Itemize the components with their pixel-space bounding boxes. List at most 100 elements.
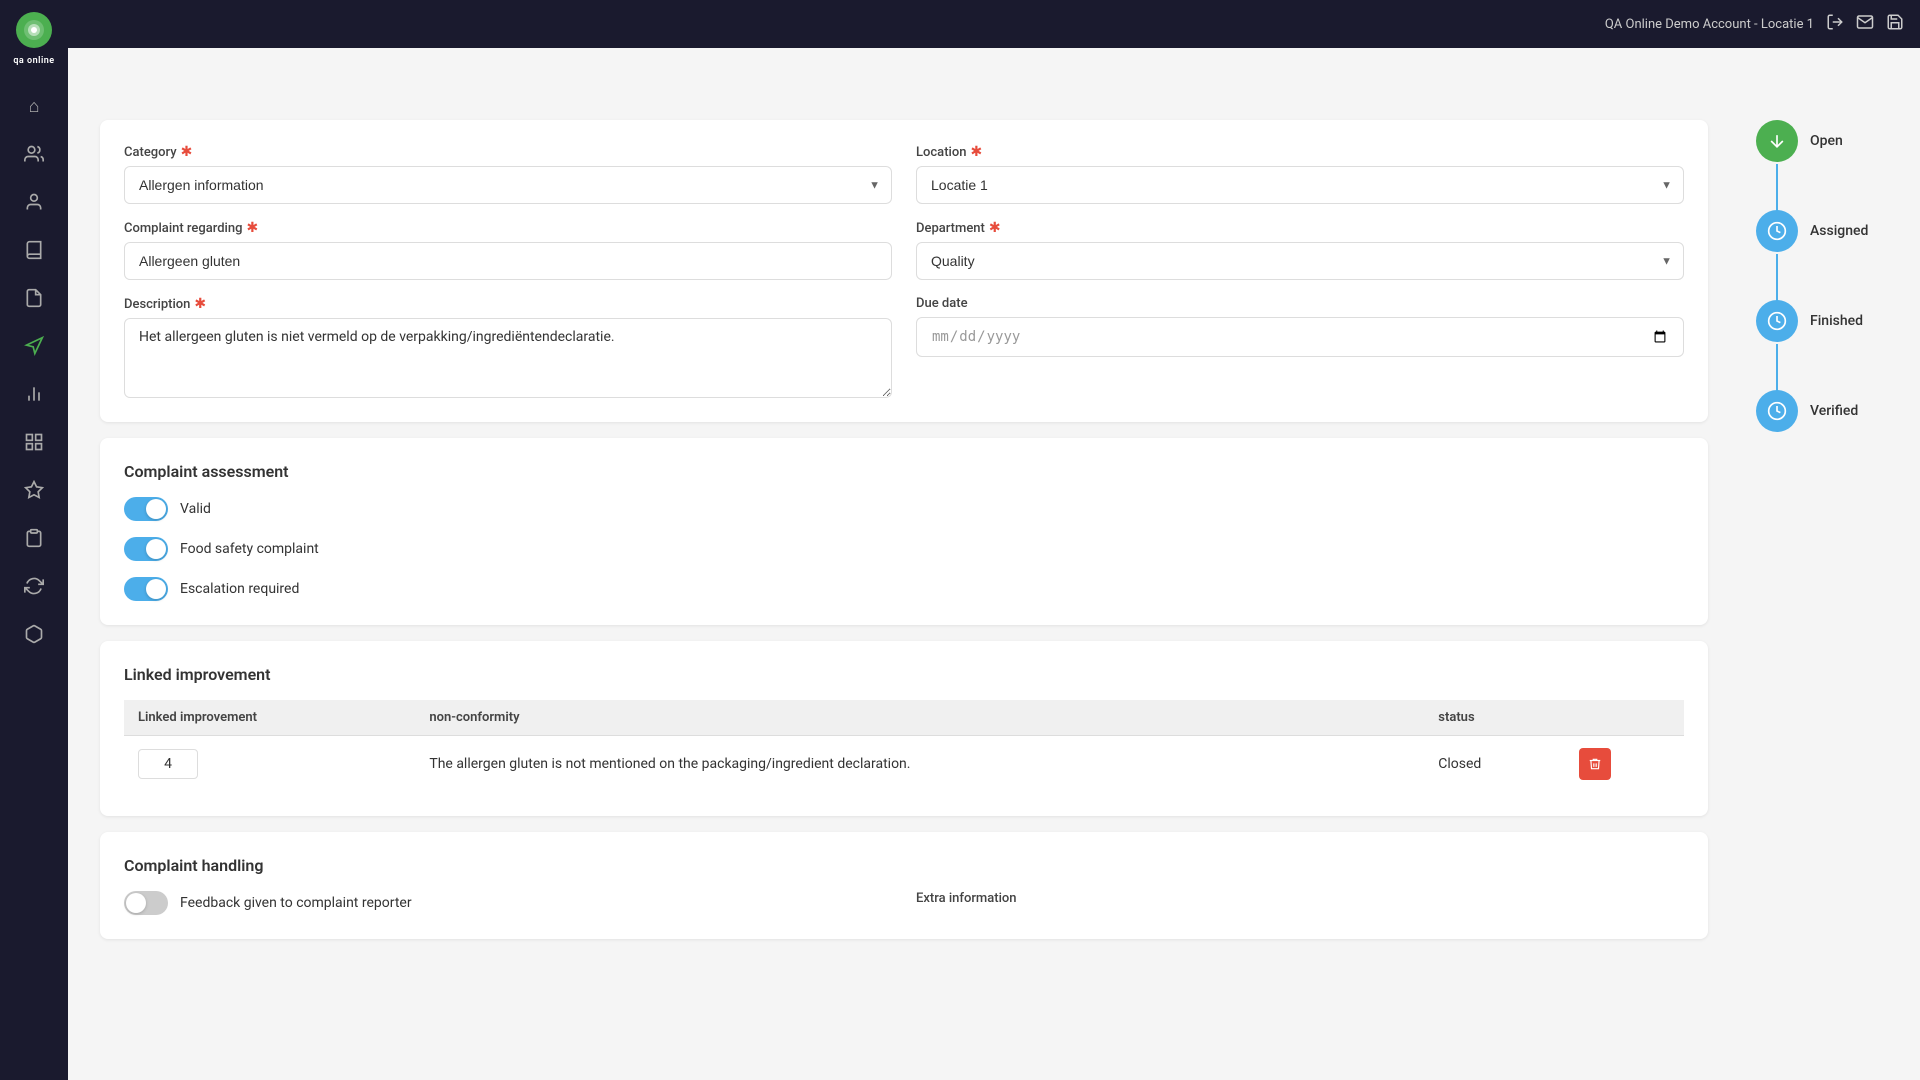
sidebar-item-home[interactable]: ⌂ — [14, 86, 54, 126]
valid-toggle-item: Valid — [124, 497, 1684, 521]
verified-status-circle[interactable] — [1756, 390, 1798, 432]
finished-status-label: Finished — [1810, 313, 1863, 329]
description-group: Description ✱ Het allergeen gluten is ni… — [124, 296, 892, 398]
sidebar-item-refresh[interactable] — [14, 566, 54, 606]
finished-status-circle[interactable] — [1756, 300, 1798, 342]
status-badge: Closed — [1438, 756, 1481, 772]
linked-table-head: Linked improvement non-conformity status — [124, 700, 1684, 736]
feedback-toggle[interactable] — [124, 891, 168, 915]
sidebar-item-star[interactable] — [14, 470, 54, 510]
sidebar-item-report[interactable] — [14, 614, 54, 654]
escalation-toggle[interactable] — [124, 577, 168, 601]
extra-info-label: Extra information — [916, 891, 1684, 906]
sidebar-item-team[interactable] — [14, 134, 54, 174]
top-form-section: Category ✱ Allergen information Location… — [100, 120, 1708, 422]
location-select-wrapper[interactable]: Locatie 1 — [916, 166, 1684, 204]
complaint-assessment-title: Complaint assessment — [124, 462, 1684, 481]
sidebar-item-chart[interactable] — [14, 374, 54, 414]
linked-id: 4 — [138, 749, 198, 779]
open-status-circle[interactable] — [1756, 120, 1798, 162]
sidebar-item-megaphone[interactable] — [14, 326, 54, 366]
category-select-wrapper[interactable]: Allergen information — [124, 166, 892, 204]
department-group: Department ✱ Quality — [916, 220, 1684, 280]
linked-table-header-row: Linked improvement non-conformity status — [124, 700, 1684, 736]
department-label: Department ✱ — [916, 220, 1684, 236]
due-date-group: Due date — [916, 296, 1684, 398]
assigned-status-label: Assigned — [1810, 223, 1868, 239]
delete-row-button[interactable] — [1579, 748, 1611, 780]
category-required: ✱ — [181, 144, 193, 160]
col-non-conformity: non-conformity — [415, 700, 1424, 736]
sidebar-item-book[interactable] — [14, 230, 54, 270]
escalation-toggle-label: Escalation required — [180, 581, 299, 597]
feedback-toggle-knob — [126, 893, 146, 913]
complaint-regarding-group: Complaint regarding ✱ — [124, 220, 892, 280]
complaint-handling-title: Complaint handling — [124, 856, 1684, 875]
col-actions — [1565, 700, 1684, 736]
valid-toggle-label: Valid — [180, 501, 211, 517]
feedback-toggle-label: Feedback given to complaint reporter — [180, 895, 412, 911]
row-status-cell: Closed — [1424, 736, 1565, 793]
sidebar: qa online ⌂ — [0, 0, 68, 1080]
mail-icon[interactable] — [1856, 13, 1874, 35]
department-required: ✱ — [989, 220, 1001, 236]
status-sidebar: Open Assigned Finished — [1740, 96, 1920, 1080]
app-logo-text: qa online — [13, 56, 54, 66]
sidebar-item-document[interactable] — [14, 278, 54, 318]
food-safety-toggle-item: Food safety complaint — [124, 537, 1684, 561]
complaint-handling-row: Feedback given to complaint reporter Ext… — [124, 891, 1684, 915]
food-safety-toggle-label: Food safety complaint — [180, 541, 319, 557]
row-description-duedate: Description ✱ Het allergeen gluten is ni… — [124, 296, 1684, 398]
logo-area: qa online — [13, 12, 54, 66]
complaint-regarding-input[interactable] — [124, 242, 892, 280]
status-assigned: Assigned — [1756, 210, 1868, 300]
department-select[interactable]: Quality — [916, 242, 1684, 280]
col-linked-improvement: Linked improvement — [124, 700, 415, 736]
row-action-cell — [1565, 736, 1684, 793]
linked-table-body: 4 The allergen gluten is not mentioned o… — [124, 736, 1684, 793]
sidebar-item-user[interactable] — [14, 182, 54, 222]
complaint-handling-section: Complaint handling Feedback given to com… — [100, 832, 1708, 939]
extra-info-group: Extra information — [916, 891, 1684, 915]
row-description-cell: The allergen gluten is not mentioned on … — [415, 736, 1424, 793]
assigned-status-circle[interactable] — [1756, 210, 1798, 252]
valid-toggle-knob — [146, 499, 166, 519]
location-label: Location ✱ — [916, 144, 1684, 160]
valid-toggle[interactable] — [124, 497, 168, 521]
complaint-regarding-required: ✱ — [246, 220, 258, 236]
open-status-label: Open — [1810, 133, 1843, 149]
location-select[interactable]: Locatie 1 — [916, 166, 1684, 204]
status-open: Open — [1756, 120, 1843, 210]
escalation-toggle-item: Escalation required — [124, 577, 1684, 601]
due-date-input[interactable] — [916, 317, 1684, 357]
category-select[interactable]: Allergen information — [124, 166, 892, 204]
save-icon[interactable] — [1886, 13, 1904, 35]
row-category-location: Category ✱ Allergen information Location… — [124, 144, 1684, 204]
verified-status-label: Verified — [1810, 403, 1858, 419]
topbar: QA Online Demo Account - Locatie 1 — [68, 0, 1920, 48]
food-safety-toggle-knob — [146, 539, 166, 559]
description-label: Description ✱ — [124, 296, 892, 312]
status-verified: Verified — [1756, 390, 1858, 432]
export-icon[interactable] — [1826, 13, 1844, 35]
topbar-icons — [1826, 13, 1904, 35]
feedback-toggle-item: Feedback given to complaint reporter — [124, 891, 892, 915]
toggle-group: Valid Food safety complaint Escalation r… — [124, 497, 1684, 601]
description-textarea[interactable]: Het allergeen gluten is niet vermeld op … — [124, 318, 892, 398]
sidebar-item-clipboard[interactable] — [14, 518, 54, 558]
row-complaint-department: Complaint regarding ✱ Department ✱ Quali… — [124, 220, 1684, 280]
date-input-wrapper — [916, 317, 1684, 357]
category-group: Category ✱ Allergen information — [124, 144, 892, 204]
due-date-label: Due date — [916, 296, 1684, 311]
linked-improvement-table: Linked improvement non-conformity status… — [124, 700, 1684, 792]
status-finished: Finished — [1756, 300, 1863, 390]
category-label: Category ✱ — [124, 144, 892, 160]
main-content: Category ✱ Allergen information Location… — [68, 96, 1740, 1080]
escalation-toggle-knob — [146, 579, 166, 599]
sidebar-item-grid[interactable] — [14, 422, 54, 462]
food-safety-toggle[interactable] — [124, 537, 168, 561]
account-text: QA Online Demo Account - Locatie 1 — [1605, 17, 1814, 32]
location-group: Location ✱ Locatie 1 — [916, 144, 1684, 204]
linked-improvement-title: Linked improvement — [124, 665, 1684, 684]
department-select-wrapper[interactable]: Quality — [916, 242, 1684, 280]
